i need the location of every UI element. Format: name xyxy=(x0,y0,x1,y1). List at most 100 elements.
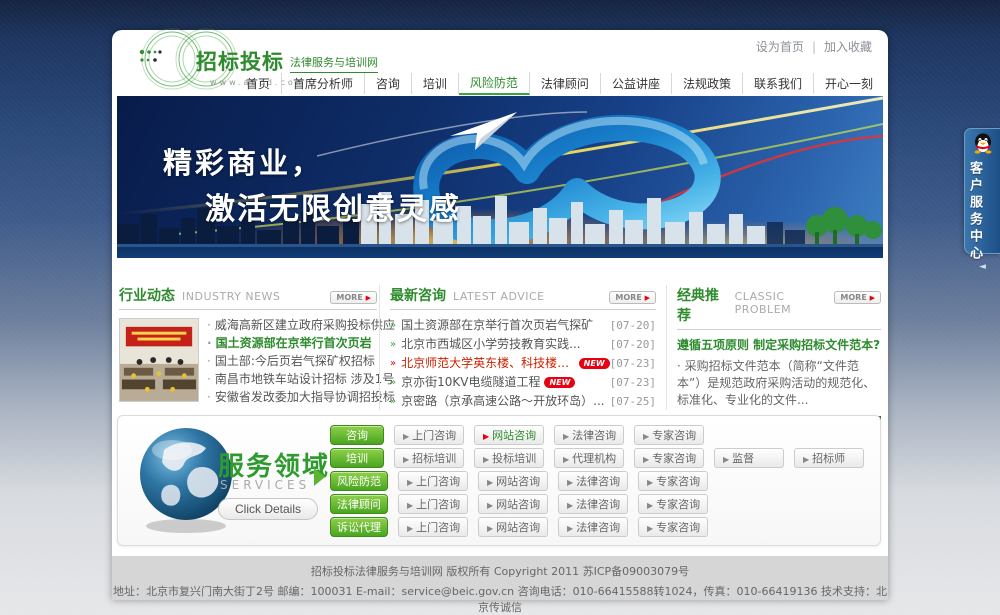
more-arrow-icon: ▶ xyxy=(870,294,875,302)
service-row-consulting: 咨询 ▶上门咨询 ▶网站咨询 ▶法律咨询 ▶专家咨询 xyxy=(330,425,864,444)
classic-problem-title: 经典推荐 xyxy=(677,285,728,325)
service-item-button[interactable]: ▶法律咨询 xyxy=(558,494,628,514)
nav-contact-us[interactable]: 联系我们 xyxy=(743,73,814,94)
industry-news-list: ·威海高新区建立政府采购投标供应 ·国土资源部在京举行首次页岩 ·国土部:今后页… xyxy=(207,316,395,406)
item-date: [07-20] xyxy=(610,316,656,335)
main-content-card: 设为首页|加入收藏 招标投标法律服务与培训网 www.abcd.com 首页 首… xyxy=(112,30,888,600)
classic-problem-title-en: CLASSIC PROBLEM xyxy=(735,290,835,316)
list-item[interactable]: ·安徽省发改委加大指导协调招投标 xyxy=(207,388,395,406)
news-photo-thumbnail[interactable] xyxy=(119,318,199,402)
category-button[interactable]: 法律顾问 xyxy=(330,494,388,514)
service-item-button[interactable]: ▶投标培训 xyxy=(474,448,544,468)
service-row-risk: 风险防范 ▶上门咨询 ▶网站咨询 ▶法律咨询 ▶专家咨询 xyxy=(330,471,864,490)
customer-service-tab[interactable]: 客户服务中心 ◄ xyxy=(964,128,1000,254)
logo-subtitle: 法律服务与培训网 xyxy=(290,54,378,73)
advice-more-button[interactable]: MORE ▶ xyxy=(609,291,656,304)
nav-home[interactable]: 首页 xyxy=(235,73,282,94)
industry-news-title-en: INDUSTRY NEWS xyxy=(182,290,280,303)
category-button[interactable]: 风险防范 xyxy=(330,471,388,491)
service-item-button[interactable]: ▶代理机构 xyxy=(554,448,624,468)
service-item-button[interactable]: ▶网站咨询 xyxy=(478,517,548,537)
classic-more-button[interactable]: MORE ▶ xyxy=(834,291,881,304)
list-item[interactable]: »北京市西城区小学劳技教育实践...[07-20] xyxy=(390,335,656,354)
category-button[interactable]: 培训 xyxy=(330,448,384,468)
service-item-button[interactable]: ▶法律咨询 xyxy=(558,517,628,537)
item-date: [07-23] xyxy=(610,354,656,373)
new-badge: NEW xyxy=(579,358,610,369)
more-arrow-icon: ▶ xyxy=(366,294,371,302)
list-item[interactable]: ·威海高新区建立政府采购投标供应 xyxy=(207,316,395,334)
quick-links: 设为首页 | 加入收藏 xyxy=(756,38,872,55)
nav-happy-moment[interactable]: 开心一刻 xyxy=(814,73,884,94)
service-item-button[interactable]: ▶专家咨询 xyxy=(638,517,708,537)
classic-problem-header: 经典推荐 CLASSIC PROBLEM MORE ▶ xyxy=(677,285,881,330)
click-details-button[interactable]: Click Details xyxy=(218,498,318,520)
list-item[interactable]: »京亦街10KV电缆隧道工程NEW[07-23] xyxy=(390,373,656,392)
nav-risk-prevention[interactable]: 风险防范 xyxy=(459,72,530,95)
services-grid: 咨询 ▶上门咨询 ▶网站咨询 ▶法律咨询 ▶专家咨询 培训 ▶招标培训 ▶投标培… xyxy=(330,425,864,540)
quick-links-separator: | xyxy=(812,40,816,54)
list-item[interactable]: »国土资源部在京举行首次页岩气探矿[07-20] xyxy=(390,316,656,335)
service-item-button[interactable]: ▶法律咨询 xyxy=(554,425,624,445)
industry-more-button[interactable]: MORE ▶ xyxy=(330,291,377,304)
service-item-button[interactable]: ▶法律咨询 xyxy=(558,471,628,491)
service-item-button[interactable]: ▶网站咨询 xyxy=(478,494,548,514)
news-sections: 行业动态 INDUSTRY NEWS MORE ▶ ·威海高新区建立政府采购投标… xyxy=(117,285,883,410)
service-item-button[interactable]: ▶专家咨询 xyxy=(634,425,704,445)
qq-penguin-icon xyxy=(973,133,993,155)
service-item-button[interactable]: ▶网站咨询 xyxy=(478,471,548,491)
latest-advice-list: »国土资源部在京举行首次页岩气探矿[07-20] »北京市西城区小学劳技教育实践… xyxy=(390,316,656,411)
service-item-button[interactable]: ▶上门咨询 xyxy=(398,494,468,514)
service-item-button[interactable]: ▶上门咨询 xyxy=(394,425,464,445)
service-item-button[interactable]: ▶监督 xyxy=(714,448,784,468)
latest-advice-section: 最新咨询 LATEST ADVICE MORE ▶ »国土资源部在京举行首次页岩… xyxy=(379,285,667,410)
list-item[interactable]: ·国土部:今后页岩气探矿权招标 xyxy=(207,352,395,370)
nav-consulting[interactable]: 咨询 xyxy=(365,73,412,94)
service-item-button[interactable]: ▶招标培训 xyxy=(394,448,464,468)
category-button[interactable]: 诉讼代理 xyxy=(330,517,388,537)
list-item[interactable]: ·南昌市地铁车站设计招标 涉及1号 xyxy=(207,370,395,388)
classic-question[interactable]: 遵循五项原则 制定采购招标文件范本? xyxy=(677,336,881,354)
service-item-button[interactable]: ▶专家咨询 xyxy=(638,471,708,491)
industry-news-section: 行业动态 INDUSTRY NEWS MORE ▶ ·威海高新区建立政府采购投标… xyxy=(117,285,379,410)
item-date: [07-25] xyxy=(610,392,656,411)
collapse-arrow-icon: ◄ xyxy=(965,263,1000,271)
main-navigation: 首页 首席分析师 咨询 培训 风险防范 法律顾问 公益讲座 法规政策 联系我们 … xyxy=(235,72,884,95)
item-arrow-icon: » xyxy=(390,316,396,335)
chevron-right-icon xyxy=(314,468,325,486)
nav-regulations[interactable]: 法规政策 xyxy=(672,73,743,94)
set-home-link[interactable]: 设为首页 xyxy=(756,40,804,54)
latest-advice-title: 最新咨询 xyxy=(390,285,446,305)
service-row-legal: 法律顾问 ▶上门咨询 ▶网站咨询 ▶法律咨询 ▶专家咨询 xyxy=(330,494,864,513)
nav-chief-analyst[interactable]: 首席分析师 xyxy=(282,73,365,94)
category-button[interactable]: 咨询 xyxy=(330,425,384,445)
item-arrow-icon: » xyxy=(390,392,396,411)
nav-training[interactable]: 培训 xyxy=(412,73,459,94)
nav-public-lecture[interactable]: 公益讲座 xyxy=(601,73,672,94)
services-subtitle: SERVICES xyxy=(220,478,310,492)
service-row-training: 培训 ▶招标培训 ▶投标培训 ▶代理机构 ▶专家咨询 ▶监督 ▶招标师 xyxy=(330,448,864,467)
latest-advice-title-en: LATEST ADVICE xyxy=(453,290,545,303)
service-item-button[interactable]: ▶上门咨询 xyxy=(398,517,468,537)
contact-line: 地址：北京市复兴门南大街丁2号 邮编：100031 E-mail：service… xyxy=(112,579,888,615)
service-item-button[interactable]: ▶招标师 xyxy=(794,448,864,468)
copyright-line: 招标投标法律服务与培训网 版权所有 Copyright 2011 苏ICP备09… xyxy=(112,556,888,579)
list-item[interactable]: »京密路（京承高速公路～开放环岛）...[07-25] xyxy=(390,392,656,411)
customer-service-label: 客户服务中心 xyxy=(965,161,984,263)
hero-banner[interactable]: 精彩商业， 激活无限创意灵感 xyxy=(117,96,883,258)
classic-answer: · 采购招标文件范本（简称“文件范本”）是规范政府采购活动的规范化、标准化、专业… xyxy=(677,358,881,409)
banner-headline: 精彩商业， xyxy=(163,140,323,182)
classic-problem-section: 经典推荐 CLASSIC PROBLEM MORE ▶ 遵循五项原则 制定采购招… xyxy=(667,285,883,410)
add-favorite-link[interactable]: 加入收藏 xyxy=(824,40,872,54)
service-item-button[interactable]: ▶专家咨询 xyxy=(634,448,704,468)
industry-news-title: 行业动态 xyxy=(119,285,175,305)
service-item-button[interactable]: ▶上门咨询 xyxy=(398,471,468,491)
list-item[interactable]: »北京师范大学英东楼、科技楼外立...NEW[07-23] xyxy=(390,354,656,373)
service-item-button[interactable]: ▶专家咨询 xyxy=(638,494,708,514)
nav-legal-advisor[interactable]: 法律顾问 xyxy=(530,73,601,94)
service-item-button[interactable]: ▶网站咨询 xyxy=(474,425,544,445)
banner-subheadline: 激活无限创意灵感 xyxy=(205,184,461,228)
item-date: [07-23] xyxy=(610,373,656,392)
item-arrow-icon: » xyxy=(390,335,396,354)
list-item[interactable]: ·国土资源部在京举行首次页岩 xyxy=(207,334,395,352)
